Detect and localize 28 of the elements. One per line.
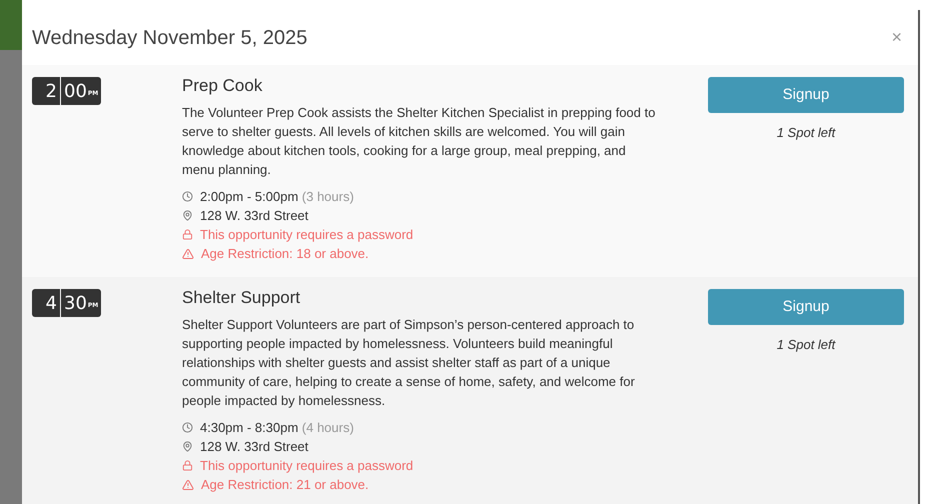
age-restriction: Age Restriction: 21 or above. [201,476,369,494]
warning-icon [182,478,194,490]
map-pin-icon [182,441,193,452]
spots-left: 1 Spot left [776,124,836,142]
location-text: 128 W. 33rd Street [200,438,308,456]
hour-digit: 2 [32,77,60,105]
warning-icon [182,248,194,260]
age-restriction: Age Restriction: 18 or above. [201,245,369,263]
signup-button[interactable]: Signup [708,77,904,113]
spots-left: 1 Spot left [776,336,836,354]
map-pin-icon [182,210,193,221]
opportunity-title: Prep Cook [182,75,264,97]
time-range: 2:00pm - 5:00pm (3 hours) [200,188,354,206]
close-button[interactable]: × [891,24,902,51]
time-range: 4:30pm - 8:30pm (4 hours) [200,419,354,437]
password-notice: This opportunity requires a password [200,226,414,244]
lock-icon [182,229,193,240]
location-text: 128 W. 33rd Street [200,207,308,225]
opportunity-title: Shelter Support [182,287,302,309]
clock-icon [182,191,193,202]
signup-button[interactable]: Signup [708,289,904,325]
hour-digit: 4 [32,289,60,317]
modal-title: Wednesday November 5, 2025 [32,26,308,50]
password-notice: This opportunity requires a password [200,457,414,475]
opportunity-description: Shelter Support Volunteers are part of Simpson’s person-centered approach to supporting people impacted by homelessness. Volunteers build meaningful relationships with shelter guests and assist shelter staff as part of a unique community of care, helping to create a sense of home, safety, and welcome for people impacted by homelessness. [182,316,636,410]
clock-icon [182,422,193,433]
lock-icon [182,460,193,471]
opportunity-description: The Volunteer Prep Cook assists the Shelter Kitchen Specialist in prepping food to serve to shelter guests. All levels of kitchen skills are welcomed. You will gain knowledge about kitchen tools, cooking for a large group, meal prepping, and menu planning. [182,104,656,179]
